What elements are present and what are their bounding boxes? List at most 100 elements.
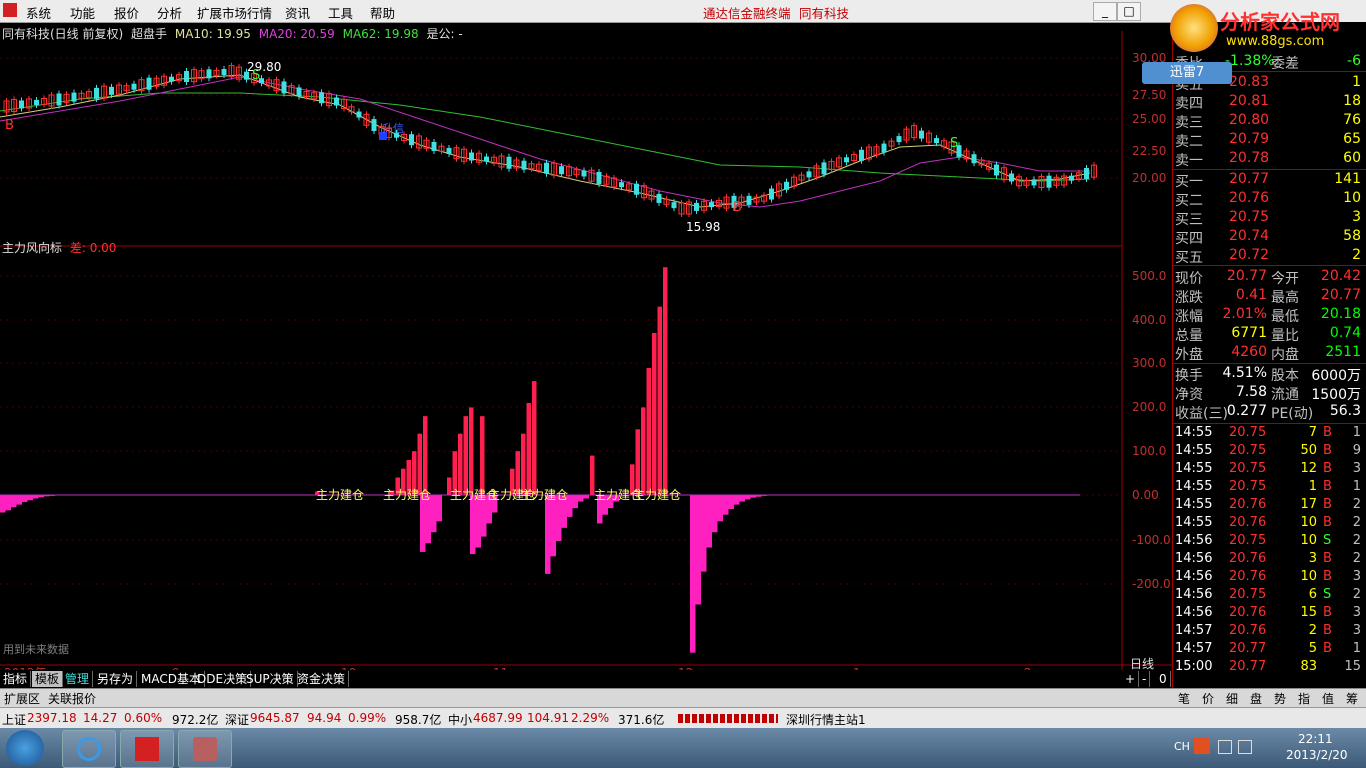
tick-price: 20.76 xyxy=(1229,515,1267,530)
menu-analysis[interactable]: 分析 xyxy=(157,3,182,22)
ask-volume: 76 xyxy=(1343,112,1361,128)
tab-control-button[interactable]: + xyxy=(1122,671,1140,687)
main-force-negative-bar xyxy=(578,495,584,502)
candle xyxy=(919,130,924,139)
tick-volume: 17 xyxy=(1300,497,1317,512)
candle xyxy=(746,195,752,205)
menu-bar: 系统 功能 报价 分析 扩展市场行情 资讯 工具 帮助 通达信金融终端 同有科技… xyxy=(0,0,1366,23)
fundamental-value: 1500万 xyxy=(1311,387,1361,403)
ask-price: 20.81 xyxy=(1229,93,1270,109)
xunlei-badge[interactable]: 迅雷7 xyxy=(1142,62,1232,84)
related-quote-tab[interactable]: 关联报价 xyxy=(48,690,96,707)
tick-price: 20.76 xyxy=(1229,497,1267,512)
tick-side: B xyxy=(1323,479,1332,494)
menu-news[interactable]: 资讯 xyxy=(285,3,310,22)
ask-price: 20.80 xyxy=(1229,112,1270,128)
stat-label: 现价 xyxy=(1175,271,1203,287)
indicator-tab[interactable]: 管理 xyxy=(62,671,94,687)
sub-tick-label: 200.0 xyxy=(1132,400,1166,414)
tab-control-button[interactable]: 0 xyxy=(1156,671,1171,687)
tick-side: B xyxy=(1323,551,1332,566)
start-button[interactable] xyxy=(6,730,44,766)
language-indicator[interactable]: CH xyxy=(1174,740,1190,753)
menu-system[interactable]: 系统 xyxy=(26,3,51,22)
terminal-link[interactable]: 通达信金融终端 xyxy=(703,3,791,22)
sz-index-amount: 958.7亿 xyxy=(395,713,442,727)
quote-tabs: 笔价细盘势指值筹 xyxy=(1172,688,1366,707)
tick-side: B xyxy=(1323,515,1332,530)
indicator-tab[interactable]: 另存为 xyxy=(94,671,138,687)
tick-volume: 10 xyxy=(1300,533,1317,548)
candle xyxy=(671,202,677,209)
sub-tick-label: 0.00 xyxy=(1132,488,1159,502)
candle xyxy=(71,92,77,102)
tick-price: 20.75 xyxy=(1229,587,1267,602)
quote-view-tab[interactable]: 势 xyxy=(1274,690,1286,707)
tick-volume: 12 xyxy=(1300,461,1317,476)
price-tick-label: 22.50 xyxy=(1132,144,1166,158)
quote-view-tab[interactable]: 指 xyxy=(1298,690,1310,707)
stat-label: 最低 xyxy=(1271,309,1299,325)
server-status[interactable]: 深圳行情主站1 xyxy=(786,711,866,728)
maximize-button[interactable]: □ xyxy=(1117,2,1141,21)
stat-label: 最高 xyxy=(1271,290,1299,306)
quote-view-tab[interactable]: 值 xyxy=(1322,690,1334,707)
candle xyxy=(1069,175,1074,181)
menu-function[interactable]: 功能 xyxy=(70,3,95,22)
tick-side: B xyxy=(1323,641,1332,656)
menu-help[interactable]: 帮助 xyxy=(370,3,395,22)
ask-volume: 1 xyxy=(1352,74,1361,90)
ma62-value: MA62: 19.98 xyxy=(342,27,419,41)
app-taskbar-icon[interactable] xyxy=(178,730,232,768)
tick-row: 14:55 20.75 50 B 9 xyxy=(1173,443,1365,461)
quote-view-tab[interactable]: 盘 xyxy=(1250,690,1262,707)
main-force-negative-bar xyxy=(706,495,712,548)
quote-row: 买二 20.76 10 xyxy=(1173,190,1365,209)
ext-area-tab[interactable]: 扩展区 xyxy=(4,690,40,707)
extension-bar: 扩展区 关联报价 xyxy=(0,688,1172,707)
menu-quote[interactable]: 报价 xyxy=(114,3,139,22)
tick-count: 1 xyxy=(1352,479,1361,494)
accumulation-label: 主力建仓 xyxy=(520,488,568,502)
stat-label: 外盘 xyxy=(1175,347,1203,363)
tick-side: S xyxy=(1323,533,1332,548)
quote-view-tab[interactable]: 价 xyxy=(1202,690,1214,707)
watermark-url: www.88gs.com xyxy=(1226,34,1325,49)
tick-row: 15:00 20.77 83 15 xyxy=(1173,659,1365,677)
fundamental-value: 56.3 xyxy=(1329,403,1361,419)
tick-time: 14:56 xyxy=(1175,587,1213,602)
ime-icon[interactable] xyxy=(1194,738,1210,754)
stat-label: 涨幅 xyxy=(1175,309,1203,325)
candle xyxy=(694,202,699,211)
quote-view-tab[interactable]: 筹 xyxy=(1346,690,1358,707)
kline-chart-area[interactable]: 30.0027.5025.0022.5020.00 500.0400.0300.… xyxy=(0,22,1172,688)
site-watermark: 分析家公式网 www.88gs.com 迅雷7 xyxy=(1142,0,1366,84)
main-force-negative-bar xyxy=(475,495,481,548)
menu-extended-market[interactable]: 扩展市场行情 xyxy=(197,3,272,22)
quote-view-tab[interactable]: 细 xyxy=(1226,690,1238,707)
indicator-tab[interactable]: 资金决策 xyxy=(294,671,350,687)
tick-volume: 6 xyxy=(1308,587,1317,602)
tab-control-button[interactable]: - xyxy=(1139,671,1151,687)
candle xyxy=(596,171,602,184)
tick-volume: 7 xyxy=(1308,425,1317,440)
fundamental-value: 4.51% xyxy=(1222,365,1267,381)
menu-tools[interactable]: 工具 xyxy=(328,3,353,22)
tray-icon-1[interactable] xyxy=(1218,740,1232,754)
tdx-taskbar-icon[interactable] xyxy=(120,730,174,768)
minimize-button[interactable]: _ xyxy=(1093,2,1117,21)
quote-view-tab[interactable]: 笔 xyxy=(1178,690,1190,707)
bid-volume: 141 xyxy=(1334,171,1361,187)
indicator-tab[interactable]: 指标 xyxy=(0,671,32,687)
tick-time: 14:56 xyxy=(1175,533,1213,548)
tray-icon-2[interactable] xyxy=(1238,740,1252,754)
stock-name-link[interactable]: 同有科技 xyxy=(799,3,849,22)
candle xyxy=(769,188,774,200)
indicator-tab[interactable]: 模板 xyxy=(32,671,64,687)
tick-volume: 15 xyxy=(1300,605,1317,620)
tick-time: 14:55 xyxy=(1175,515,1213,530)
indicator-tab[interactable]: SUP决策 xyxy=(243,671,298,687)
quote-row: 收益(三) 0.277 PE(动) 56.3 xyxy=(1173,403,1365,422)
ie-taskbar-icon[interactable] xyxy=(62,730,116,768)
stat-value: 20.42 xyxy=(1320,268,1361,284)
